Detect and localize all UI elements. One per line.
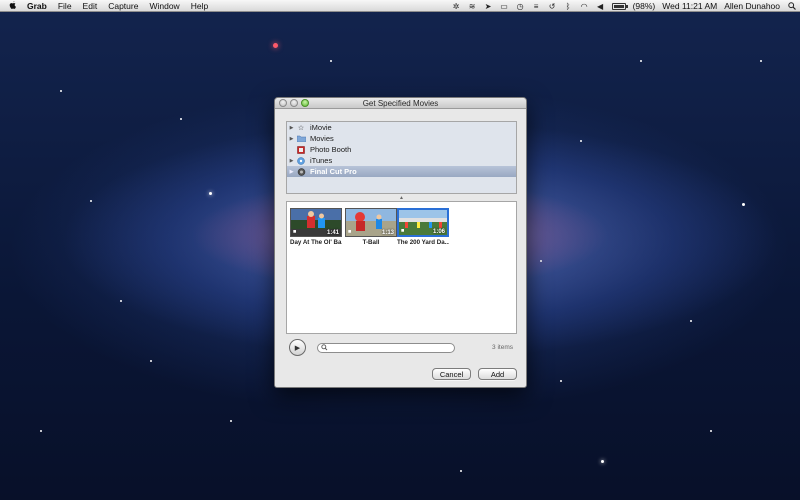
spotlight-icon[interactable] [787,2,796,11]
folder-icon [296,135,306,143]
photo-booth-icon [296,145,306,154]
video-camera-icon: ■ [293,229,297,235]
menu-app-name[interactable]: Grab [27,1,47,11]
movie-duration: 1:06 [432,229,445,235]
movie-preview-image: ■ 1:41 [290,208,342,237]
movie-duration: 1:41 [326,230,339,236]
volume-icon[interactable]: ◀ [596,2,605,11]
menu-help[interactable]: Help [191,1,208,11]
browser-controls: ▶ 3 items [288,339,515,357]
search-icon [321,343,329,353]
source-item-movies[interactable]: ▶ Movies [287,133,516,144]
source-label: Photo Booth [310,145,352,154]
clock-icon[interactable]: ◷ [516,2,525,11]
item-count: 3 items [492,344,513,351]
itunes-icon [296,156,306,165]
gear-icon[interactable]: ✲ [452,2,461,11]
source-label: iTunes [310,156,333,165]
star-icon: ☆ [297,124,305,132]
movie-caption: T-Ball [362,239,380,246]
minimize-button[interactable] [290,99,298,107]
play-button[interactable]: ▶ [289,339,306,356]
dialog-titlebar[interactable]: Get Specified Movies [275,98,526,109]
source-list: ▶ ☆ iMovie ▶ Movies Photo Booth ▶ iTunes… [286,121,517,194]
zoom-button[interactable] [301,99,309,107]
battery-icon[interactable] [611,2,628,10]
video-camera-icon: ■ [401,228,405,234]
movie-duration: 1:13 [381,230,394,236]
time-machine-icon[interactable]: ↺ [548,2,557,11]
source-label: iMovie [310,123,332,132]
final-cut-icon [296,167,306,176]
battery-percent: (98%) [632,1,656,11]
menu-bar: Grab File Edit Capture Window Help ✲ ≋ ➤… [0,0,800,12]
dialog-title: Get Specified Movies [362,98,439,108]
source-item-imovie[interactable]: ▶ ☆ iMovie [287,122,516,133]
stack-icon[interactable]: ≡ [532,2,541,11]
send-icon[interactable]: ➤ [484,2,493,11]
source-item-itunes[interactable]: ▶ iTunes [287,155,516,166]
movie-thumbnail-selected[interactable]: ■ 1:06 The 200 Yard Da... [397,208,449,246]
movie-preview-image: ■ 1:06 [397,208,449,237]
airplay-icon[interactable]: ▭ [500,2,509,11]
add-button[interactable]: Add [478,368,517,380]
wifi-radar-icon[interactable]: ≋ [468,2,477,11]
search-field[interactable] [317,343,455,353]
disclosure-triangle-icon[interactable]: ▶ [287,125,296,131]
disclosure-triangle-icon[interactable]: ▶ [287,169,296,175]
status-area: ✲ ≋ ➤ ▭ ◷ ≡ ↺ ᛒ ◠ ◀ (98%) Wed 11:21 AM A… [452,0,796,12]
movie-thumbnail[interactable]: ■ 1:13 T-Ball [345,208,397,246]
source-label: Final Cut Pro [310,167,357,176]
disclosure-triangle-icon[interactable]: ▶ [287,158,296,164]
search-input[interactable] [331,344,441,352]
menu-window[interactable]: Window [149,1,179,11]
movie-thumbnail[interactable]: ■ 1:41 Day At The Ol' Ba... [290,208,342,246]
cancel-button[interactable]: Cancel [432,368,471,380]
menu-clock[interactable]: Wed 11:21 AM [662,1,717,11]
source-item-photo-booth[interactable]: Photo Booth [287,144,516,155]
apple-menu-icon[interactable] [9,1,17,11]
user-name[interactable]: Allen Dunahoo [724,1,780,11]
wifi-icon[interactable]: ◠ [580,2,589,11]
close-button[interactable] [279,99,287,107]
source-label: Movies [310,134,334,143]
menu-edit[interactable]: Edit [83,1,98,11]
video-camera-icon: ■ [348,229,352,235]
movie-browser: ■ 1:41 Day At The Ol' Ba... ■ 1:13 T-Bal… [286,201,517,334]
source-item-final-cut-pro[interactable]: ▶ Final Cut Pro [287,166,516,177]
disclosure-triangle-icon[interactable]: ▶ [287,136,296,142]
movie-caption: Day At The Ol' Ba... [290,239,342,246]
movie-caption: The 200 Yard Da... [397,239,449,246]
movie-preview-image: ■ 1:13 [345,208,397,237]
menu-file[interactable]: File [58,1,72,11]
play-icon: ▶ [294,344,301,352]
window-controls [279,99,309,107]
get-movies-dialog: Get Specified Movies ▶ ☆ iMovie ▶ Movies… [274,97,527,388]
menu-capture[interactable]: Capture [108,1,138,11]
bluetooth-icon[interactable]: ᛒ [564,2,573,11]
